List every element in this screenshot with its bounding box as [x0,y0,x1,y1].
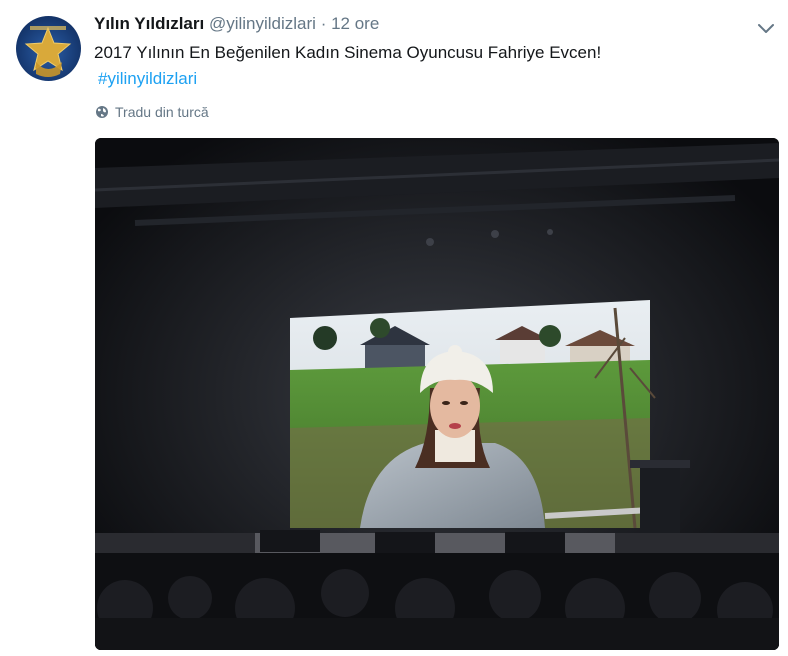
tweet-header: Yılın Yıldızları @yilinyildizlari · 12 o… [94,14,379,34]
separator-dot: · [320,14,327,33]
translate-label: Tradu din turcă [115,104,209,120]
avatar[interactable] [16,16,81,81]
tweet-text: 2017 Yılının En Beğenilen Kadın Sinema O… [94,40,754,92]
photo-image [95,138,779,650]
display-name[interactable]: Yılın Yıldızları [94,14,204,33]
translate-link[interactable]: Tradu din turcă [95,104,209,120]
tweet-body: 2017 Yılının En Beğenilen Kadın Sinema O… [94,43,602,62]
globe-icon [96,106,108,118]
star-logo-icon [24,26,72,77]
tweet-photo[interactable] [95,138,779,650]
hashtag-link[interactable]: #yilinyildizlari [94,66,754,92]
timestamp[interactable]: 12 ore [331,14,379,33]
chevron-down-icon[interactable] [756,20,776,36]
user-handle[interactable]: @yilinyildizlari [209,14,316,33]
